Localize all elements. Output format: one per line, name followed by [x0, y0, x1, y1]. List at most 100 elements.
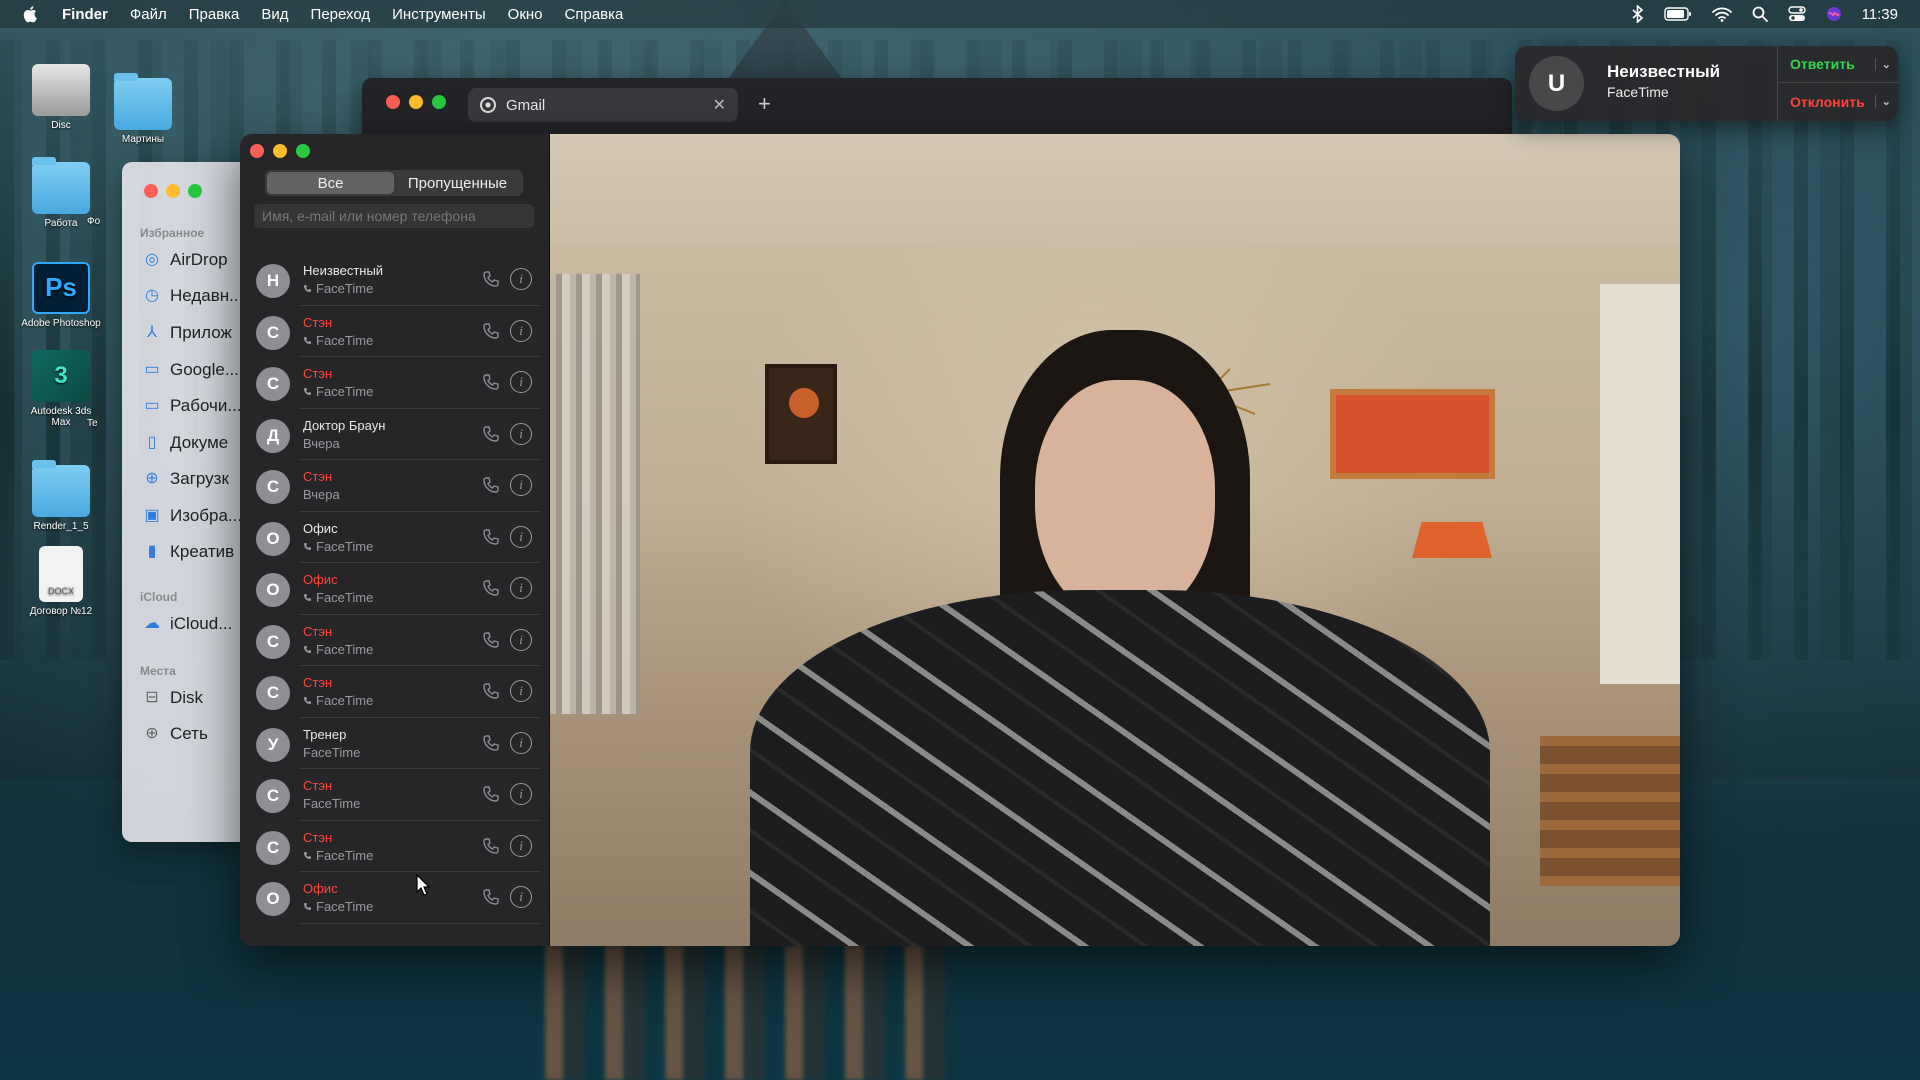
zoom-button[interactable] — [296, 144, 310, 158]
call-list-item[interactable]: С Стэн FaceTime i — [240, 306, 550, 358]
close-tab-icon[interactable]: ✕ — [713, 95, 726, 115]
filter-all-tab[interactable]: Все — [267, 172, 394, 194]
info-icon[interactable]: i — [510, 731, 532, 754]
filter-missed-tab[interactable]: Пропущенные — [394, 172, 521, 194]
chevron-down-icon[interactable]: ⌄ — [1874, 57, 1891, 71]
call-list-item[interactable]: О Офис FaceTime i — [240, 563, 550, 615]
call-list-item[interactable]: С Стэн FaceTime i — [240, 769, 550, 821]
phone-icon[interactable] — [482, 322, 500, 345]
desktop-icon-disc[interactable]: Disc — [21, 64, 101, 131]
desktop-icon-martiny[interactable]: Мартины — [103, 73, 183, 145]
info-icon[interactable]: i — [510, 525, 532, 548]
phone-small-icon — [303, 848, 312, 863]
answer-button[interactable]: Ответить ⌄ — [1778, 46, 1899, 83]
call-list-item[interactable]: С Стэн FaceTime i — [240, 666, 550, 718]
call-detail: FaceTime — [303, 384, 373, 399]
phone-icon[interactable] — [482, 476, 500, 499]
menu-window[interactable]: Окно — [508, 6, 543, 23]
close-button[interactable] — [386, 95, 400, 109]
search-icon[interactable] — [1752, 6, 1768, 22]
info-icon[interactable]: i — [510, 474, 532, 496]
close-button[interactable] — [144, 184, 158, 198]
menu-view[interactable]: Вид — [261, 6, 288, 23]
phone-icon[interactable] — [482, 888, 500, 911]
sidebar-item-google[interactable]: ▭ Google... — [142, 360, 239, 380]
sidebar-item-applications[interactable]: ⅄ Прилож — [142, 323, 232, 343]
chevron-down-icon[interactable]: ⌄ — [1874, 95, 1891, 108]
call-list-item[interactable]: С Стэн Вчера i — [240, 460, 550, 512]
phone-icon[interactable] — [482, 425, 500, 448]
phone-icon[interactable] — [482, 734, 500, 757]
info-icon[interactable]: i — [510, 371, 532, 393]
info-icon[interactable]: i — [510, 422, 532, 445]
desktop-icon-dogovor[interactable]: DOCX Договор №12 — [21, 546, 101, 617]
sidebar-item-creative[interactable]: ▮ Креатив — [142, 542, 235, 562]
browser-tab-gmail[interactable]: Gmail ✕ — [468, 88, 738, 122]
sidebar-item-desktop[interactable]: ▭ Рабочи... — [142, 396, 241, 416]
sidebar-item-icloud-drive[interactable]: ☁ iCloud... — [142, 614, 232, 634]
contact-avatar: С — [256, 470, 290, 504]
sidebar-item-recents[interactable]: ◷ Недавн... — [142, 286, 243, 306]
call-list-item[interactable]: Н Неизвестный FaceTime i — [240, 254, 550, 306]
info-icon[interactable]: i — [510, 628, 532, 651]
menu-tools[interactable]: Инструменты — [392, 6, 486, 23]
info-icon[interactable]: i — [510, 834, 532, 857]
incoming-call-notification[interactable]: U Неизвестный FaceTime Ответить ⌄ Отклон… — [1515, 46, 1899, 121]
call-detail-text: FaceTime — [303, 796, 361, 811]
phone-icon[interactable] — [482, 373, 500, 396]
call-list-item[interactable]: О Офис FaceTime i — [240, 872, 550, 924]
sidebar-item-pictures[interactable]: ▣ Изобра... — [142, 506, 242, 526]
info-icon[interactable]: i — [510, 319, 532, 342]
minimize-button[interactable] — [409, 95, 423, 109]
close-button[interactable] — [250, 144, 264, 158]
decline-button[interactable]: Отклонить ⌄ — [1778, 83, 1899, 120]
sidebar-item-downloads[interactable]: ⊕ Загрузк — [142, 469, 229, 489]
call-list-item[interactable]: О Офис FaceTime i — [240, 512, 550, 564]
call-list-item[interactable]: Д Доктор Браун Вчера i — [240, 409, 550, 461]
menubar-clock[interactable]: 11:39 — [1862, 6, 1898, 23]
sidebar-item-disk[interactable]: ⊟ Disk — [142, 688, 203, 708]
clock-icon: ◷ — [145, 287, 159, 304]
phone-icon[interactable] — [482, 579, 500, 602]
sidebar-item-airdrop[interactable]: ◎ AirDrop — [142, 250, 228, 270]
wifi-icon[interactable] — [1711, 6, 1732, 22]
new-tab-button[interactable]: + — [758, 91, 771, 117]
phone-icon[interactable] — [482, 785, 500, 808]
info-icon[interactable]: i — [510, 268, 532, 290]
bluetooth-icon[interactable] — [1632, 5, 1644, 23]
phone-icon[interactable] — [482, 682, 500, 705]
call-detail: FaceTime — [303, 642, 373, 657]
info-icon[interactable]: i — [510, 783, 532, 805]
contact-search-input[interactable] — [254, 204, 534, 228]
menu-go[interactable]: Переход — [311, 6, 371, 23]
menu-edit[interactable]: Правка — [189, 6, 240, 23]
call-list-item[interactable]: С Стэн FaceTime i — [240, 821, 550, 873]
apple-icon[interactable] — [22, 5, 40, 23]
siri-icon[interactable] — [1826, 6, 1842, 22]
desktop-icon-render[interactable]: Render_1_5 — [21, 460, 101, 532]
call-list-item[interactable]: У Тренер FaceTime i — [240, 718, 550, 770]
sidebar-item-documents[interactable]: ▯ Докуме — [142, 433, 229, 453]
battery-icon[interactable] — [1663, 7, 1692, 21]
phone-icon[interactable] — [482, 270, 500, 293]
desktop-icon-photoshop[interactable]: Ps Adobe Photoshop — [21, 262, 101, 329]
info-icon[interactable]: i — [510, 680, 532, 702]
phone-icon[interactable] — [482, 837, 500, 860]
menu-help[interactable]: Справка — [565, 6, 624, 23]
menu-file[interactable]: Файл — [130, 6, 167, 23]
info-icon[interactable]: i — [510, 886, 532, 908]
zoom-button[interactable] — [188, 184, 202, 198]
sidebar-item-network[interactable]: ⊕ Сеть — [142, 724, 208, 744]
desktop-icon-3dsmax[interactable]: 3 Autodesk 3ds Max — [21, 350, 101, 428]
minimize-button[interactable] — [166, 184, 180, 198]
notification-actions: Ответить ⌄ Отклонить ⌄ — [1777, 46, 1899, 121]
info-icon[interactable]: i — [510, 577, 532, 599]
phone-icon[interactable] — [482, 631, 500, 654]
minimize-button[interactable] — [273, 144, 287, 158]
call-list-item[interactable]: С Стэн FaceTime i — [240, 615, 550, 667]
zoom-button[interactable] — [432, 95, 446, 109]
phone-icon[interactable] — [482, 528, 500, 551]
call-list-item[interactable]: С Стэн FaceTime i — [240, 357, 550, 409]
control-center-icon[interactable] — [1787, 6, 1806, 22]
menu-finder[interactable]: Finder — [62, 6, 108, 23]
